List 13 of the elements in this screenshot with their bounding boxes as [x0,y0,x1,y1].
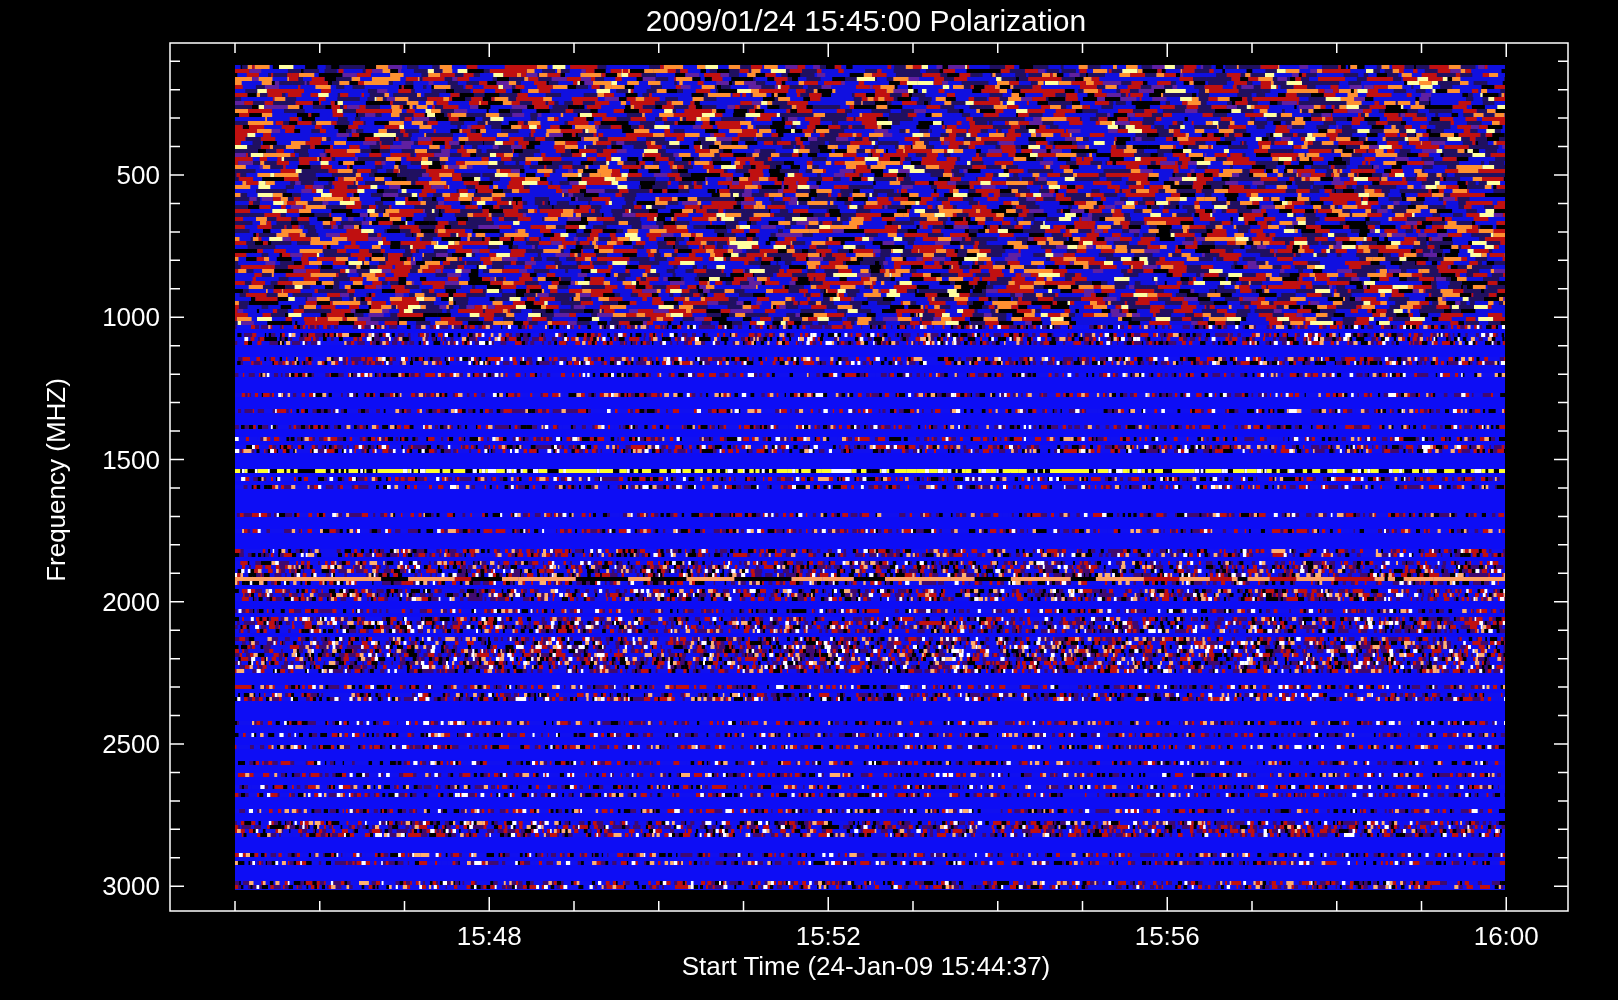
tick-label: 15:56 [1134,921,1200,951]
tick-label: 500 [116,160,160,190]
tick-label: 1000 [102,302,160,333]
tick-label: 15:52 [795,921,861,951]
plot-title: 2009/01/24 15:45:00 Polarization [645,4,1087,37]
tick-label: 1500 [102,444,160,475]
tick-label: 2500 [102,729,160,759]
tick-label: 3000 [102,871,160,902]
tick-label: 2000 [102,586,160,617]
axis-label: Start Time (24-Jan-09 15:44:37) [681,951,1051,981]
tick-label: 15:48 [456,921,522,951]
axis-label: Frequency (MHZ) [41,378,71,582]
tick-label: 16:00 [1473,921,1539,951]
